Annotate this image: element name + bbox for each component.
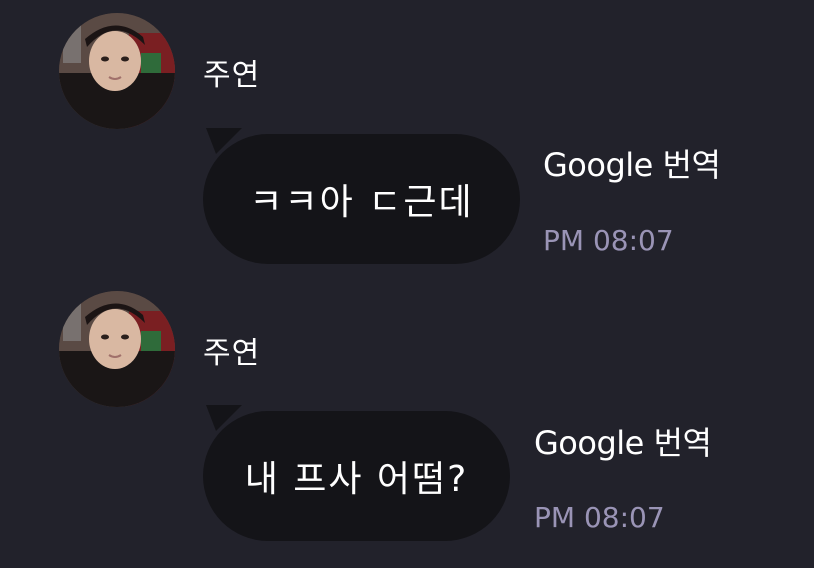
avatar[interactable] xyxy=(59,291,175,407)
sender-name: 주연 xyxy=(203,336,261,371)
chat-view: 주연 ㅋㅋ아 ㄷ근데 Google 번역 PM 08:07 주연 내 프사 어떰… xyxy=(0,0,814,568)
google-translate-button[interactable]: Google 번역 xyxy=(534,423,712,463)
google-translate-button[interactable]: Google 번역 xyxy=(543,145,721,185)
sender-name: 주연 xyxy=(203,58,261,93)
profile-photo xyxy=(59,13,175,129)
avatar[interactable] xyxy=(59,13,175,129)
profile-photo xyxy=(59,291,175,407)
message-bubble[interactable]: ㅋㅋ아 ㄷ근데 xyxy=(203,134,520,264)
message-text: ㅋㅋ아 ㄷ근데 xyxy=(249,182,474,223)
message-timestamp: PM 08:07 xyxy=(534,501,665,534)
message-text: 내 프사 어떰? xyxy=(244,459,469,500)
message-timestamp: PM 08:07 xyxy=(543,224,674,257)
message-bubble[interactable]: 내 프사 어떰? xyxy=(203,411,510,541)
